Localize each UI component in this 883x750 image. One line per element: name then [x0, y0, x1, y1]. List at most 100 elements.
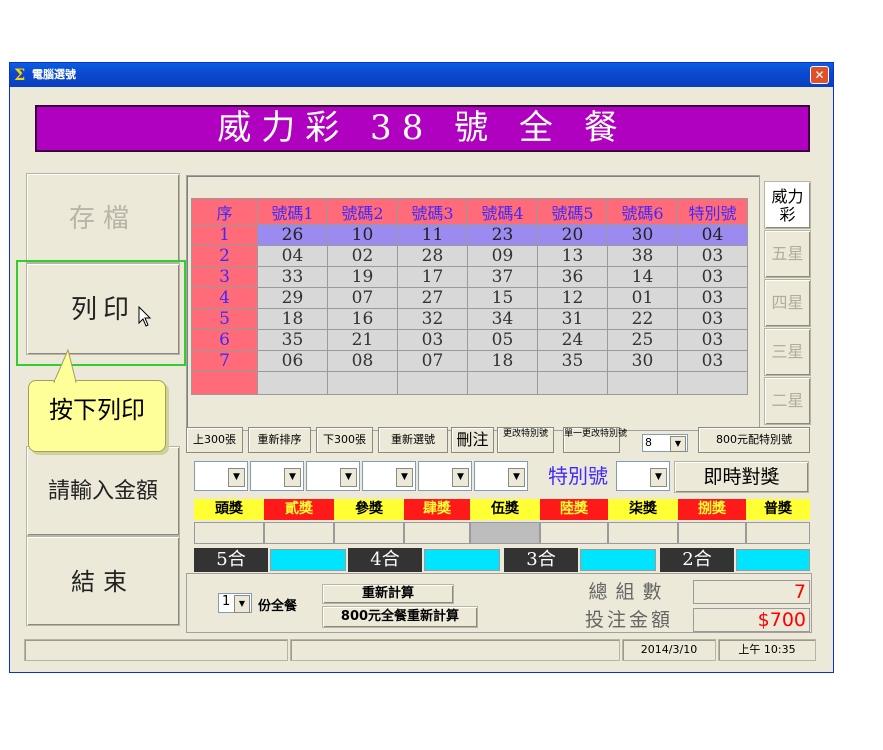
special-cell[interactable]: 04 — [677, 224, 748, 246]
special-800-button[interactable]: 800元配特別號 — [698, 427, 810, 453]
table-row[interactable]: 2 04 02 28 09 13 38 03 — [191, 245, 748, 267]
recalculate-button[interactable]: 重新計算 — [322, 584, 454, 604]
number-cell[interactable]: 20 — [537, 224, 608, 246]
number-cell[interactable]: 38 — [607, 245, 678, 267]
special-cell[interactable]: 03 — [677, 245, 748, 267]
number-cell[interactable]: 07 — [327, 287, 398, 309]
number-cell[interactable]: 36 — [537, 266, 608, 288]
number-cell[interactable]: 10 — [327, 224, 398, 246]
number-cell[interactable]: 14 — [607, 266, 678, 288]
table-row-empty[interactable] — [191, 371, 748, 395]
tab-four-star[interactable]: 四星 — [764, 279, 811, 327]
instant-compare-button[interactable]: 即時對獎 — [674, 461, 809, 493]
special-number-select[interactable]: ▼ — [616, 461, 670, 491]
number-cell[interactable]: 33 — [257, 266, 328, 288]
resort-button[interactable]: 重新排序 — [248, 427, 311, 453]
number-cell[interactable]: 22 — [607, 308, 678, 330]
change-special-button[interactable]: 更改特別號 — [497, 427, 554, 453]
number-cell[interactable]: 26 — [257, 224, 328, 246]
special-cell[interactable]: 03 — [677, 350, 748, 372]
number-cell[interactable]: 03 — [397, 329, 468, 351]
number-cell[interactable]: 18 — [257, 308, 328, 330]
number-cell-empty[interactable] — [537, 371, 608, 395]
next-300-button[interactable]: 下300張 — [316, 427, 373, 453]
number-select-3[interactable]: ▼ — [306, 461, 360, 491]
special-count-select[interactable]: 8 ▼ — [642, 434, 688, 452]
number-cell[interactable]: 19 — [327, 266, 398, 288]
number-cell[interactable]: 16 — [327, 308, 398, 330]
recalculate-800-button[interactable]: 800元全餐重新計算 — [322, 606, 478, 628]
save-button[interactable]: 存檔 — [26, 173, 180, 263]
number-cell[interactable]: 24 — [537, 329, 608, 351]
chevron-down-icon[interactable]: ▼ — [284, 468, 301, 487]
table-row[interactable]: 6 35 21 03 05 24 25 03 — [191, 329, 748, 351]
number-select-2[interactable]: ▼ — [250, 461, 304, 491]
exit-button[interactable]: 結束 — [26, 536, 180, 626]
close-button[interactable]: ✕ — [810, 66, 829, 84]
number-cell[interactable]: 13 — [537, 245, 608, 267]
number-cell[interactable]: 30 — [607, 350, 678, 372]
number-cell[interactable]: 18 — [467, 350, 538, 372]
special-cell[interactable]: 03 — [677, 287, 748, 309]
chevron-down-icon[interactable]: ▼ — [228, 468, 245, 487]
number-cell-empty[interactable] — [397, 371, 468, 395]
number-cell[interactable]: 07 — [397, 350, 468, 372]
number-cell[interactable]: 09 — [467, 245, 538, 267]
number-cell-empty[interactable] — [327, 371, 398, 395]
number-cell[interactable]: 29 — [257, 287, 328, 309]
table-row[interactable]: 3 33 19 17 37 36 14 03 — [191, 266, 748, 288]
number-cell[interactable]: 32 — [397, 308, 468, 330]
table-row[interactable]: 1 26 10 11 23 20 30 04 — [191, 224, 748, 246]
number-cell-empty[interactable] — [677, 371, 748, 395]
prev-300-button[interactable]: 上300張 — [186, 427, 243, 453]
delete-button[interactable]: 刪注 — [451, 427, 494, 453]
number-cell[interactable]: 15 — [467, 287, 538, 309]
number-cell[interactable]: 27 — [397, 287, 468, 309]
number-cell[interactable]: 12 — [537, 287, 608, 309]
chevron-down-icon[interactable]: ▼ — [650, 468, 667, 487]
number-select-4[interactable]: ▼ — [362, 461, 416, 491]
table-row[interactable]: 5 18 16 32 34 31 22 03 — [191, 308, 748, 330]
number-cell[interactable]: 21 — [327, 329, 398, 351]
chevron-down-icon[interactable]: ▼ — [396, 468, 413, 487]
chevron-down-icon[interactable]: ▼ — [670, 436, 686, 452]
number-cell[interactable]: 02 — [327, 245, 398, 267]
number-select-6[interactable]: ▼ — [474, 461, 528, 491]
chevron-down-icon[interactable]: ▼ — [340, 468, 357, 487]
number-cell-empty[interactable] — [257, 371, 328, 395]
number-select-5[interactable]: ▼ — [418, 461, 472, 491]
number-cell[interactable]: 34 — [467, 308, 538, 330]
special-cell[interactable]: 03 — [677, 329, 748, 351]
number-cell[interactable]: 01 — [607, 287, 678, 309]
chevron-down-icon[interactable]: ▼ — [234, 595, 250, 613]
reselect-button[interactable]: 重新選號 — [378, 427, 448, 453]
tab-two-star[interactable]: 二星 — [764, 377, 811, 425]
tab-three-star[interactable]: 三星 — [764, 328, 811, 376]
number-cell[interactable]: 37 — [467, 266, 538, 288]
number-cell[interactable]: 17 — [397, 266, 468, 288]
chevron-down-icon[interactable]: ▼ — [508, 468, 525, 487]
number-cell[interactable]: 11 — [397, 224, 468, 246]
special-cell[interactable]: 03 — [677, 266, 748, 288]
number-select-1[interactable]: ▼ — [194, 461, 248, 491]
number-cell[interactable]: 06 — [257, 350, 328, 372]
enter-amount-button[interactable]: 請輸入金額 — [26, 446, 180, 536]
number-cell[interactable]: 28 — [397, 245, 468, 267]
special-cell[interactable]: 03 — [677, 308, 748, 330]
number-cell-empty[interactable] — [607, 371, 678, 395]
number-cell[interactable]: 08 — [327, 350, 398, 372]
number-cell[interactable]: 05 — [467, 329, 538, 351]
number-cell[interactable]: 25 — [607, 329, 678, 351]
number-cell[interactable]: 35 — [537, 350, 608, 372]
single-change-special-button[interactable]: 單一更改特別號 — [563, 427, 627, 453]
tab-five-star[interactable]: 五星 — [764, 230, 811, 278]
number-cell[interactable]: 04 — [257, 245, 328, 267]
table-row[interactable]: 7 06 08 07 18 35 30 03 — [191, 350, 748, 372]
number-cell[interactable]: 31 — [537, 308, 608, 330]
tab-power-lottery[interactable]: 威力彩 — [764, 181, 811, 229]
number-cell[interactable]: 35 — [257, 329, 328, 351]
chevron-down-icon[interactable]: ▼ — [452, 468, 469, 487]
copies-select[interactable]: 1 ▼ — [218, 593, 252, 613]
number-cell-empty[interactable] — [467, 371, 538, 395]
number-cell[interactable]: 23 — [467, 224, 538, 246]
